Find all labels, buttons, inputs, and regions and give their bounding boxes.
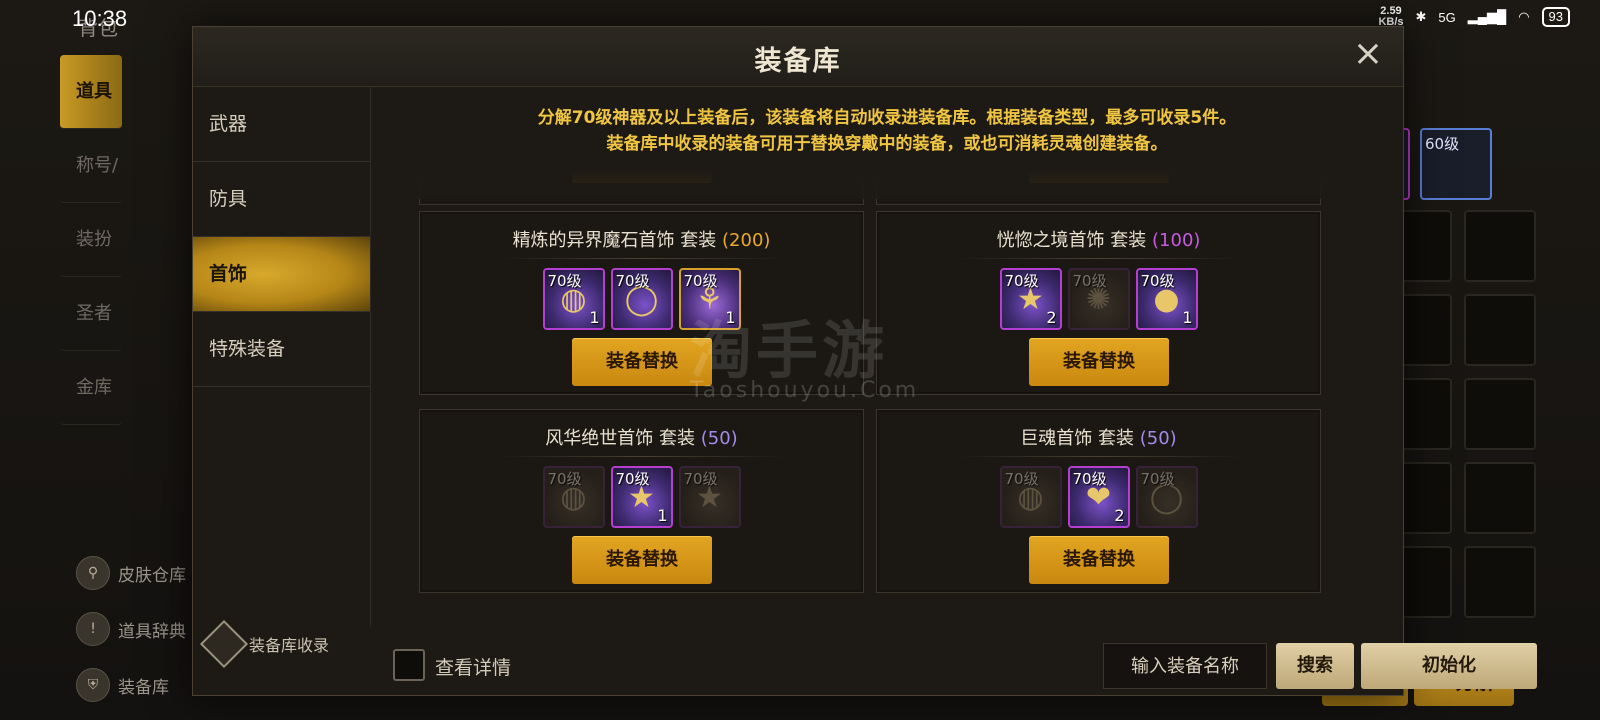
modal-header: 装备库 × — [193, 27, 1403, 87]
set-points: (100) — [1152, 230, 1201, 251]
set-card: 精炼的异界魔石首饰 套装 (200) ◍ 70级 1 ◯ 70级 ⚘ 70级 1 装备替换 — [419, 211, 864, 395]
item-dictionary-link[interactable]: ! 道具辞典 — [76, 601, 201, 657]
bag-tools: ⚲ 皮肤仓库 ! 道具辞典 ⛨ 装备库 — [76, 545, 201, 713]
set-name: 巨魂首饰 套装 (50) — [1020, 428, 1177, 449]
set-name: 精炼的异界魔石首饰 套装 (200) — [512, 230, 771, 251]
item-level: 70级 — [1140, 272, 1175, 290]
equipment-library-link[interactable]: ⛨ 装备库 — [76, 657, 201, 713]
set-items: ◍ 70级 1 ◯ 70级 ⚘ 70级 1 — [420, 268, 863, 330]
item-level: 70级 — [683, 470, 718, 488]
network-label: 5G — [1438, 9, 1456, 25]
set-items: ◍ 70级 ❤ 70级 2 ◯ 70级 — [877, 466, 1320, 528]
armor-icon: ⛨ — [76, 668, 110, 702]
item-count: 1 — [725, 308, 736, 327]
hanger-icon: ⚲ — [76, 556, 110, 590]
inventory-slot[interactable] — [1464, 462, 1536, 534]
swap-equipment-button[interactable]: 装备替换 — [572, 338, 712, 386]
skin-storage-link[interactable]: ⚲ 皮肤仓库 — [76, 545, 201, 601]
view-details-label: 查看详情 — [435, 657, 512, 679]
set-points: (50) — [700, 428, 738, 449]
inventory-slot[interactable] — [1464, 546, 1536, 618]
modal-footer: 查看详情 输入装备名称 搜索 初始化 — [371, 619, 1537, 695]
wifi-icon: ◠ — [1518, 9, 1530, 24]
set-points: (50) — [1139, 428, 1177, 449]
set-card: 恍惚之境首饰 套装 (100) ★ 70级 2 ✺ 70级 ● 70级 1 装备替换 — [876, 211, 1321, 395]
bag-nav: 道具 称号/勋章 装扮 圣者封印 金库 — [60, 55, 200, 425]
inventory-slot[interactable] — [1464, 210, 1536, 282]
clock: 10:38 — [72, 6, 128, 31]
item-count: 2 — [1114, 506, 1125, 525]
search-button[interactable]: 搜索 — [1276, 643, 1354, 689]
set-divider — [957, 258, 1242, 259]
bag-nav-item-costume[interactable]: 装扮 — [60, 203, 122, 277]
equipment-slot[interactable]: ✺ 70级 — [1067, 268, 1130, 330]
equipment-slot[interactable]: ◍ 70级 — [542, 466, 605, 528]
set-card: 巨魂首饰 套装 (50) ◍ 70级 ❤ 70级 2 ◯ 70级 装备替换 — [876, 409, 1321, 593]
bag-nav-item-seal[interactable]: 圣者封印 — [60, 277, 122, 351]
item-level: 70级 — [683, 272, 718, 290]
equipment-slot[interactable]: ★ 70级 1 — [610, 466, 673, 528]
inventory-slot[interactable] — [1464, 294, 1536, 366]
set-points: (200) — [722, 230, 771, 251]
item-level: 70级 — [1072, 272, 1107, 290]
category-special[interactable]: 特殊装备 — [193, 312, 370, 387]
set-divider — [500, 456, 785, 457]
status-icons: 2.59 KB/s ✱ 5G ▂▄▆█ ◠ 93 — [1378, 6, 1570, 28]
set-items: ★ 70级 2 ✺ 70级 ● 70级 1 — [877, 268, 1320, 330]
bag-nav-item-items[interactable]: 道具 — [60, 55, 122, 129]
book-icon: ! — [76, 612, 110, 646]
collection-icon — [199, 619, 249, 669]
equipment-slot[interactable]: ◍ 70级 1 — [542, 268, 605, 330]
category-weapons[interactable]: 武器 — [193, 87, 370, 162]
swap-equipment-button[interactable]: 装备替换 — [1029, 536, 1169, 584]
search-input[interactable]: 输入装备名称 — [1103, 643, 1267, 689]
item-level: 70级 — [615, 272, 650, 290]
set-name: 风华绝世首饰 套装 (50) — [545, 428, 738, 449]
notice-text: 分解70级神器及以上装备后，该装备将自动收录进装备库。根据装备类型，最多可收录5… — [537, 108, 1237, 154]
battery-icon: 93 — [1541, 7, 1570, 27]
item-count: 1 — [657, 506, 668, 525]
equipment-slot[interactable]: ◍ 70级 — [999, 466, 1062, 528]
bag-nav-item-titles[interactable]: 称号/勋章 — [60, 129, 122, 203]
set-name: 恍惚之境首饰 套装 (100) — [996, 230, 1201, 251]
equipment-slot[interactable]: ● 70级 1 — [1135, 268, 1198, 330]
inventory-slot[interactable] — [1464, 378, 1536, 450]
equipment-slot[interactable]: ◯ 70级 — [610, 268, 673, 330]
modal-title: 装备库 — [754, 46, 842, 77]
item-level: 70级 — [547, 470, 582, 488]
item-level: 70级 — [1004, 470, 1039, 488]
item-level: 70级 — [615, 470, 650, 488]
item-level: 70级 — [1004, 272, 1039, 290]
view-details-checkbox[interactable] — [393, 649, 425, 681]
swap-equipment-button[interactable]: 装备替换 — [572, 536, 712, 584]
set-items: ◍ 70级 ★ 70级 1 ★ 70级 — [420, 466, 863, 528]
signal-icon: ▂▄▆█ — [1467, 9, 1507, 24]
close-button[interactable]: × — [1351, 36, 1385, 73]
equipment-slot[interactable]: ★ 70级 2 — [999, 268, 1062, 330]
category-accessories[interactable]: 首饰 — [193, 237, 370, 312]
reset-button[interactable]: 初始化 — [1361, 643, 1537, 689]
inventory-slot-60[interactable]: 60级 — [1420, 128, 1492, 200]
set-divider — [500, 258, 785, 259]
swap-equipment-button[interactable]: 装备替换 — [1029, 338, 1169, 386]
item-level: 70级 — [1072, 470, 1107, 488]
item-count: 1 — [1182, 308, 1193, 327]
collection-link[interactable]: 装备库收录 — [199, 619, 329, 669]
network-speed: 2.59 KB/s — [1378, 5, 1404, 28]
set-card: 风华绝世首饰 套装 (50) ◍ 70级 ★ 70级 1 ★ 70级 装备替换 — [419, 409, 864, 593]
equipment-slot[interactable]: ◯ 70级 — [1135, 466, 1198, 528]
item-level: 70级 — [547, 272, 582, 290]
equipment-slot[interactable]: ★ 70级 — [678, 466, 741, 528]
bluetooth-icon: ✱ — [1415, 9, 1427, 24]
category-armor[interactable]: 防具 — [193, 162, 370, 237]
equipment-library-modal: 装备库 × 武器 防具 首饰 特殊装备 分解70级神器及以上装备后，该装备将自动… — [192, 26, 1537, 696]
equipment-slot[interactable]: ⚘ 70级 1 — [678, 268, 741, 330]
item-level: 70级 — [1140, 470, 1175, 488]
item-count: 2 — [1046, 308, 1057, 327]
set-divider — [957, 456, 1242, 457]
bag-nav-item-vault[interactable]: 金库 — [60, 351, 122, 425]
equipment-slot[interactable]: ❤ 70级 2 — [1067, 466, 1130, 528]
item-count: 1 — [589, 308, 600, 327]
category-list: 武器 防具 首饰 特殊装备 — [193, 87, 371, 627]
